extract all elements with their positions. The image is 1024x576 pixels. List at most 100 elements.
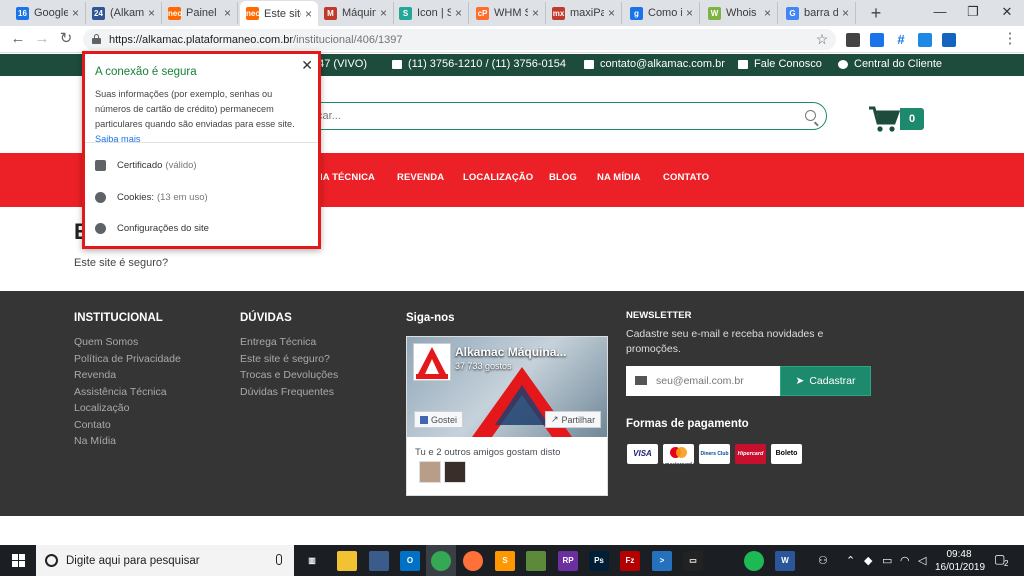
close-tab-icon[interactable]: ×	[224, 6, 231, 20]
security-app-icon[interactable]	[369, 551, 389, 571]
certificate-item[interactable]: Certificado (válido)	[95, 160, 197, 171]
word-icon[interactable]: W	[775, 551, 795, 571]
newsletter-email-input[interactable]: seu@email.com.br	[626, 366, 781, 396]
browser-tab[interactable]: Gbarra d ×	[780, 2, 856, 24]
microphone-icon[interactable]	[276, 554, 282, 565]
footer-link[interactable]: Revenda	[74, 369, 116, 381]
fb-friend-avatar[interactable]	[419, 461, 441, 483]
site-search-input[interactable]: car...	[280, 102, 827, 130]
notepad-icon[interactable]	[526, 551, 546, 571]
file-explorer-icon[interactable]	[337, 551, 357, 571]
central-cliente-link[interactable]: Central do Cliente	[838, 58, 942, 70]
nav-localizacao[interactable]: LOCALIZAÇÃO	[463, 172, 533, 183]
footer-link[interactable]: Contato	[74, 419, 111, 431]
browser-tab[interactable]: mx maxiPa ×	[546, 2, 622, 24]
minimize-button[interactable]: —	[925, 2, 955, 22]
filezilla-icon[interactable]: Fz	[620, 551, 640, 571]
sublime-icon[interactable]: S	[495, 551, 515, 571]
forward-button[interactable]: →	[32, 30, 52, 48]
rp-app-icon[interactable]: RP	[558, 551, 578, 571]
network-icon[interactable]: ▭	[882, 554, 892, 567]
screen-extension-icon[interactable]	[918, 33, 932, 47]
browser-tab[interactable]: W Whois ×	[702, 2, 778, 24]
browser-tab[interactable]: 24 (Alkama ×	[86, 2, 162, 24]
footer-link[interactable]: Na Mídia	[74, 435, 116, 447]
footer-link[interactable]: Quem Somos	[74, 336, 138, 348]
nav-contato[interactable]: CONTATO	[663, 172, 709, 183]
fb-like-button[interactable]: Gostei	[414, 411, 464, 428]
cart-count-badge[interactable]: 0	[900, 108, 924, 130]
close-tab-icon[interactable]: ×	[148, 6, 155, 20]
close-tab-icon[interactable]: ×	[686, 6, 693, 20]
browser-tab[interactable]: neoEste site ×	[240, 1, 318, 26]
cadastrar-button[interactable]: ➤ Cadastrar	[780, 366, 871, 396]
email-item[interactable]: contato@alkamac.com.br	[584, 58, 725, 70]
system-clock[interactable]: 09:48 16/01/2019	[935, 548, 985, 574]
browser-tab[interactable]: cP WHM S ×	[470, 2, 546, 24]
nav-na-midia[interactable]: NA MÍDIA	[597, 172, 641, 183]
footer-link[interactable]: Dúvidas Frequentes	[240, 386, 334, 398]
dropbox-icon[interactable]: ◆	[864, 554, 872, 567]
cart-icon[interactable]	[868, 105, 900, 133]
close-tab-icon[interactable]: ×	[532, 6, 539, 20]
powershell-icon[interactable]: >	[652, 551, 672, 571]
nav-blog[interactable]: BLOG	[549, 172, 577, 183]
task-view-icon[interactable]: ▥	[302, 551, 322, 571]
back-button[interactable]: ←	[8, 30, 28, 48]
browser-tab[interactable]: M Máquin ×	[318, 2, 394, 24]
volume-icon[interactable]: ◁	[918, 554, 926, 567]
hashtag-extension-icon[interactable]: #	[894, 33, 908, 47]
fb-share-button[interactable]: ↗ Partilhar	[545, 411, 602, 428]
nav-revenda[interactable]: REVENDA	[397, 172, 444, 183]
site-settings-item[interactable]: Configurações do site	[95, 223, 209, 234]
taskbar-search-input[interactable]: Digite aqui para pesquisar	[36, 545, 294, 576]
browser-tab[interactable]: neoPainel d ×	[162, 2, 238, 24]
photoshop-icon[interactable]: Ps	[589, 551, 609, 571]
nav-assistencia-tecnica[interactable]: IA TÉCNICA	[320, 172, 375, 183]
extension-icon-2[interactable]	[942, 33, 956, 47]
spotify-icon[interactable]	[744, 551, 764, 571]
chrome-icon[interactable]	[431, 551, 451, 571]
footer-link[interactable]: Política de Privacidade	[74, 353, 181, 365]
close-tab-icon[interactable]: ×	[455, 6, 462, 20]
close-tab-icon[interactable]: ×	[72, 6, 79, 20]
close-window-button[interactable]: ✕	[992, 2, 1022, 22]
footer-link[interactable]: Entrega Técnica	[240, 336, 316, 348]
footer-link[interactable]: Este site é seguro?	[240, 353, 330, 365]
close-tab-icon[interactable]: ×	[764, 6, 771, 20]
browser-tab[interactable]: 16 Google ×	[10, 2, 86, 24]
footer-link[interactable]: Trocas e Devoluções	[240, 369, 338, 381]
firefox-icon[interactable]	[463, 551, 483, 571]
wifi-icon[interactable]: ◠	[900, 554, 910, 567]
close-tab-icon[interactable]: ×	[380, 6, 387, 20]
close-tab-icon[interactable]: ×	[842, 6, 849, 20]
phones-item[interactable]: (11) 3756-1210 / (11) 3756-0154	[392, 58, 566, 70]
new-tab-button[interactable]: +	[866, 3, 886, 23]
search-icon[interactable]	[805, 110, 816, 121]
footer-link[interactable]: Localização	[74, 402, 129, 414]
footer-link[interactable]: Assistência Técnica	[74, 386, 167, 398]
fale-conosco-link[interactable]: Fale Conosco	[738, 58, 822, 70]
browser-tab[interactable]: S Icon | S ×	[393, 2, 469, 24]
browser-menu-icon[interactable]: ⋮	[1000, 30, 1020, 48]
close-icon[interactable]: ✕	[301, 57, 313, 74]
reload-button[interactable]: ↻	[56, 30, 76, 48]
lock-icon[interactable]	[92, 34, 101, 44]
fb-page-name[interactable]: Alkamac Máquina...	[455, 345, 566, 359]
connection-security-popup[interactable]: A conexão é segura ✕ Suas informações (p…	[82, 51, 321, 249]
close-tab-icon[interactable]: ×	[305, 7, 312, 21]
cookies-item[interactable]: Cookies: (13 em uso)	[95, 192, 208, 203]
restore-button[interactable]: ❐	[958, 2, 988, 22]
bookmark-star-icon[interactable]: ☆	[812, 30, 832, 48]
outlook-icon[interactable]: O	[400, 551, 420, 571]
fb-page-logo[interactable]	[413, 343, 451, 381]
extension-icon[interactable]	[870, 33, 884, 47]
start-button[interactable]	[0, 545, 36, 576]
show-hidden-icons-icon[interactable]: ⌃	[846, 554, 855, 567]
facebook-widget[interactable]: Alkamac Máquina... 37 733 gostos Gostei …	[406, 336, 608, 496]
fb-friend-avatar[interactable]	[444, 461, 466, 483]
browser-tab[interactable]: g Como i ×	[624, 2, 700, 24]
pocket-extension-icon[interactable]	[846, 33, 860, 47]
close-tab-icon[interactable]: ×	[608, 6, 615, 20]
terminal-icon[interactable]: ▭	[683, 551, 703, 571]
